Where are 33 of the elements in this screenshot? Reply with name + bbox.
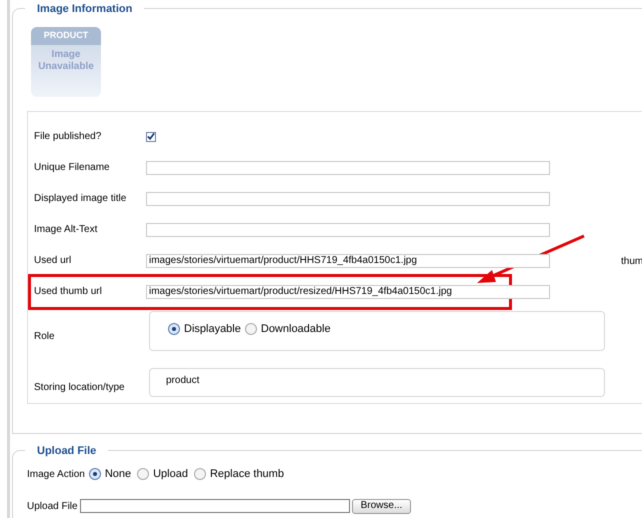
radio-label: Downloadable [260, 322, 331, 337]
field-label: Used thumb url [34, 285, 103, 299]
field-label: File published? [34, 130, 102, 144]
field-label: Role [34, 330, 56, 344]
section-title: Image Information [25, 1, 144, 18]
text-field[interactable]: images/stories/virtuemart/product/HHS719_4fb4a0150c1.jpg [146, 254, 550, 268]
radio-button[interactable] [244, 323, 257, 335]
field-label: Image Alt-Text [34, 223, 98, 237]
file-field[interactable] [80, 499, 350, 513]
text-field[interactable]: images/stories/virtuemart/product/resized/HHS719_4fb4a0150c1.jpg [146, 284, 550, 298]
text-field[interactable] [146, 192, 550, 206]
radio-label: Displayable [184, 322, 241, 337]
radio-button[interactable] [88, 468, 101, 480]
field-label: Upload File [27, 500, 78, 514]
radio-button[interactable] [168, 323, 180, 335]
field-label: Displayed image title [34, 192, 128, 206]
text-field[interactable] [146, 160, 550, 174]
placeholder-label: PRODUCT [31, 27, 101, 44]
browse-button[interactable]: Browse... [352, 498, 412, 514]
radio-label: Upload [153, 467, 188, 482]
checkbox[interactable] [146, 132, 156, 142]
radio-label: None [104, 467, 132, 482]
placeholder-text: Image Unavailable [37, 48, 95, 72]
storing-value: product [166, 374, 200, 388]
field-label: Used url [34, 254, 72, 268]
field-label: Unique Filename [34, 161, 111, 175]
section-title: Upload File [25, 443, 108, 460]
field-label: Image Action [27, 468, 85, 482]
radio-button[interactable] [137, 468, 150, 480]
field-label: Storing location/type [34, 381, 126, 395]
text-field[interactable] [146, 222, 550, 236]
radio-label: Replace thumb [210, 467, 284, 482]
radio-button[interactable] [194, 468, 206, 480]
